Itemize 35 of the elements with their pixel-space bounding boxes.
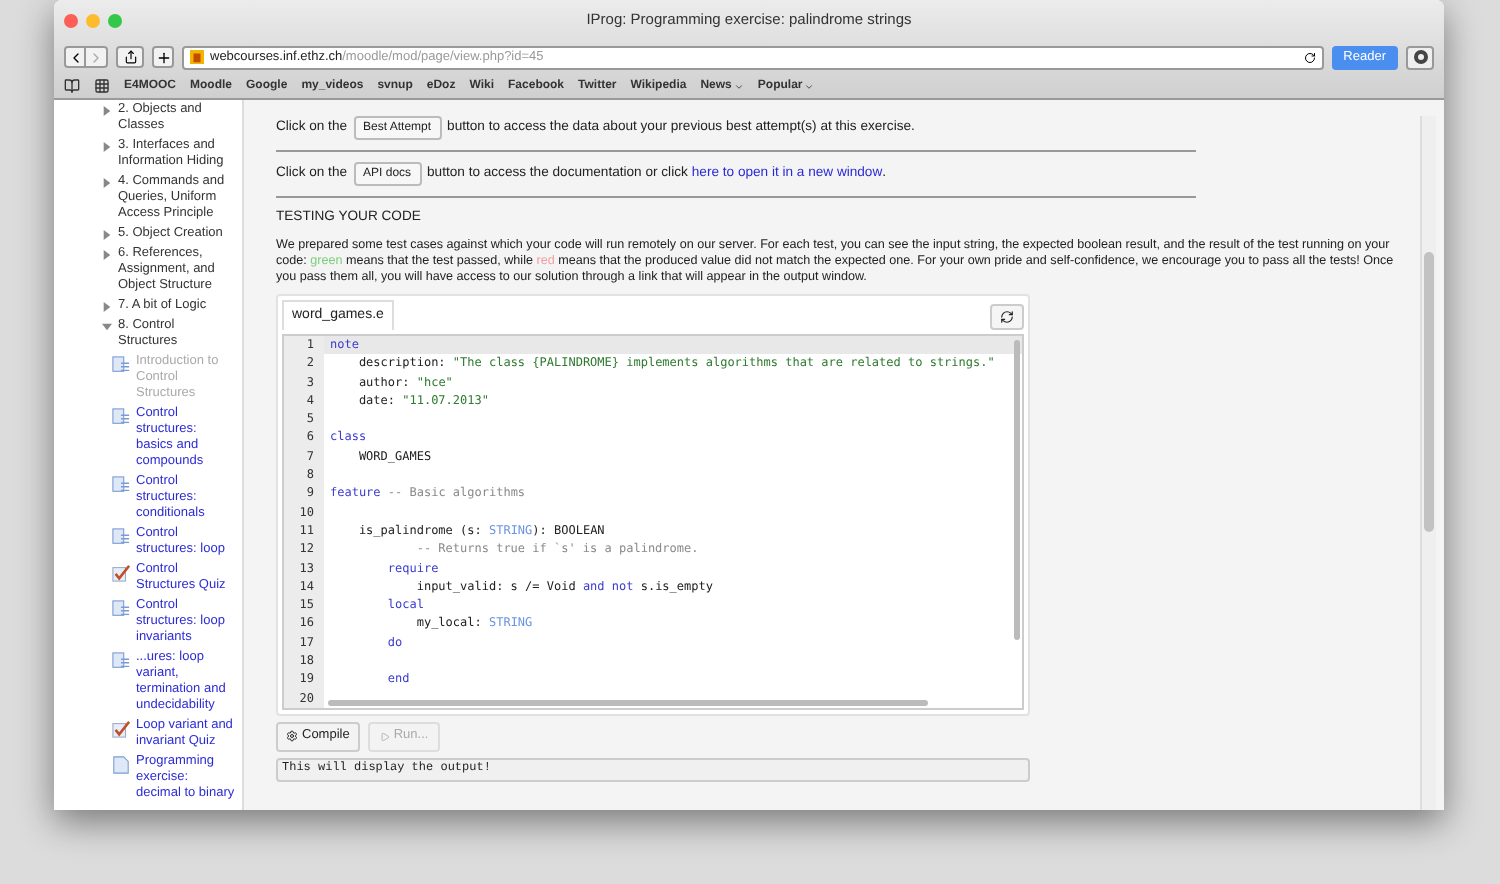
page-icon: [112, 528, 130, 546]
gear-icon: [286, 730, 298, 743]
expanded-arrow-icon[interactable]: [102, 321, 112, 331]
collapsed-arrow-icon[interactable]: [102, 229, 112, 239]
collapsed-arrow-icon[interactable]: [102, 301, 112, 311]
collapsed-arrow-icon[interactable]: [102, 141, 112, 151]
caret-icon: [804, 81, 815, 91]
collapsed-arrow-icon[interactable]: [102, 249, 112, 259]
page-icon: [112, 476, 130, 494]
zoom-button[interactable]: [108, 13, 122, 27]
collapsed-arrow-icon[interactable]: [102, 177, 112, 187]
back-button[interactable]: [64, 46, 86, 68]
play-icon: [379, 731, 390, 742]
close-button[interactable]: [64, 13, 78, 27]
checkmark-icon: [112, 720, 130, 738]
downloads-button[interactable]: [1406, 45, 1434, 69]
refresh-icon: [1000, 310, 1014, 324]
page-icon: [112, 600, 130, 618]
add-button[interactable]: [152, 46, 174, 68]
page-icon: [112, 408, 130, 426]
site-icon: [190, 50, 204, 64]
caret-icon: [733, 81, 744, 91]
share-button[interactable]: [116, 46, 144, 68]
document-icon: [112, 756, 130, 774]
page-icon: [112, 356, 130, 374]
checkmark-icon: [112, 564, 130, 582]
refresh-button[interactable]: [990, 304, 1024, 330]
bookmarks-icon[interactable]: [64, 78, 80, 94]
top-sites-icon[interactable]: [94, 78, 110, 94]
share-icon: [123, 50, 137, 64]
reload-icon[interactable]: [1303, 51, 1316, 63]
plus-icon: [155, 49, 171, 65]
page-icon: [112, 652, 130, 670]
collapsed-arrow-icon[interactable]: [102, 105, 112, 115]
forward-button[interactable]: [86, 46, 108, 68]
